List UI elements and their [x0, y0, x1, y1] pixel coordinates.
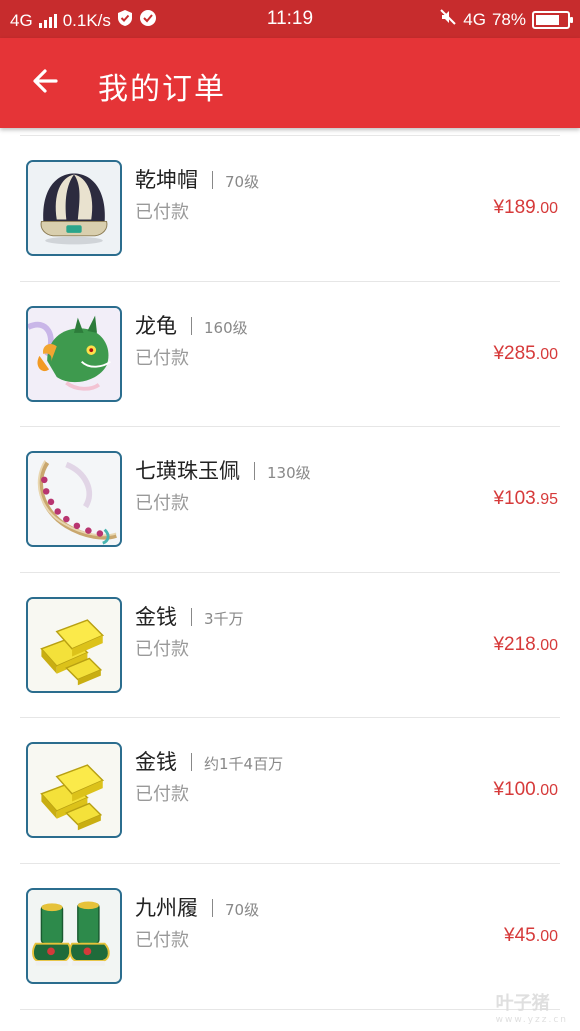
order-item[interactable]: 九州履 70级 已付款 ¥45.00 [20, 864, 560, 1010]
divider [191, 753, 192, 772]
order-item[interactable]: 金钱 约1千4百万 已付款 ¥100.00 [20, 718, 560, 864]
order-price: ¥218.00 [493, 633, 558, 655]
divider [212, 171, 213, 189]
page-title: 我的订单 [98, 72, 226, 107]
order-status: 已付款 [135, 929, 189, 951]
watermark-logo: 叶子猪 www.yzz.cn [495, 993, 568, 1025]
order-price: ¥103.95 [493, 488, 558, 510]
hat-icon [26, 160, 122, 256]
network-type-right: 4G [463, 9, 486, 29]
item-name: 金钱 [135, 750, 177, 775]
item-level: 70级 [225, 900, 260, 919]
order-price: ¥100.00 [493, 779, 558, 801]
divider [20, 128, 560, 136]
divider [212, 898, 213, 917]
item-name: 金钱 [135, 604, 177, 629]
order-item[interactable]: 七璜珠玉佩 130级 已付款 ¥103.95 [20, 427, 560, 573]
order-price: ¥285.00 [493, 342, 558, 364]
item-level: 130级 [267, 464, 311, 483]
order-item[interactable]: 乾坤帽 70级 已付款 ¥189.00 [20, 136, 560, 282]
back-arrow-icon[interactable] [28, 63, 64, 99]
order-price: ¥45.00 [504, 924, 558, 946]
item-level: 约1千4百万 [204, 755, 284, 774]
item-level: 70级 [225, 173, 260, 191]
battery-percent: 78% [491, 9, 526, 29]
battery-icon [532, 10, 573, 29]
divider [191, 607, 192, 626]
mute-icon [439, 8, 457, 31]
item-name: 龙龟 [135, 313, 177, 338]
dragon-turtle-icon [26, 305, 122, 402]
item-name: 九州履 [135, 895, 198, 920]
jade-pendant-icon [26, 451, 122, 548]
gold-bars-icon [26, 596, 122, 693]
boots-icon [26, 887, 122, 984]
item-name: 七璜珠玉佩 [135, 459, 240, 484]
status-bar: 4G 0.1K/s 11:19 4G 78% [0, 0, 580, 38]
gold-bars-icon [26, 742, 122, 839]
item-name: 乾坤帽 [135, 168, 198, 192]
order-item[interactable]: 龙龟 160级 已付款 ¥285.00 [20, 282, 560, 428]
order-item[interactable]: 金钱 3千万 已付款 ¥218.00 [20, 573, 560, 719]
item-level: 160级 [204, 318, 248, 337]
divider [191, 316, 192, 335]
divider [254, 462, 255, 481]
order-status: 已付款 [135, 347, 189, 369]
app-bar: 我的订单 [0, 38, 580, 128]
order-status: 已付款 [135, 493, 189, 515]
item-level: 3千万 [204, 609, 244, 628]
order-status: 已付款 [135, 784, 189, 806]
order-status: 已付款 [135, 202, 189, 223]
order-status: 已付款 [135, 638, 189, 660]
order-price: ¥189.00 [493, 197, 558, 218]
order-list: 乾坤帽 70级 已付款 ¥189.00 龙龟 160级 已付款 ¥285.00 [0, 128, 580, 1010]
